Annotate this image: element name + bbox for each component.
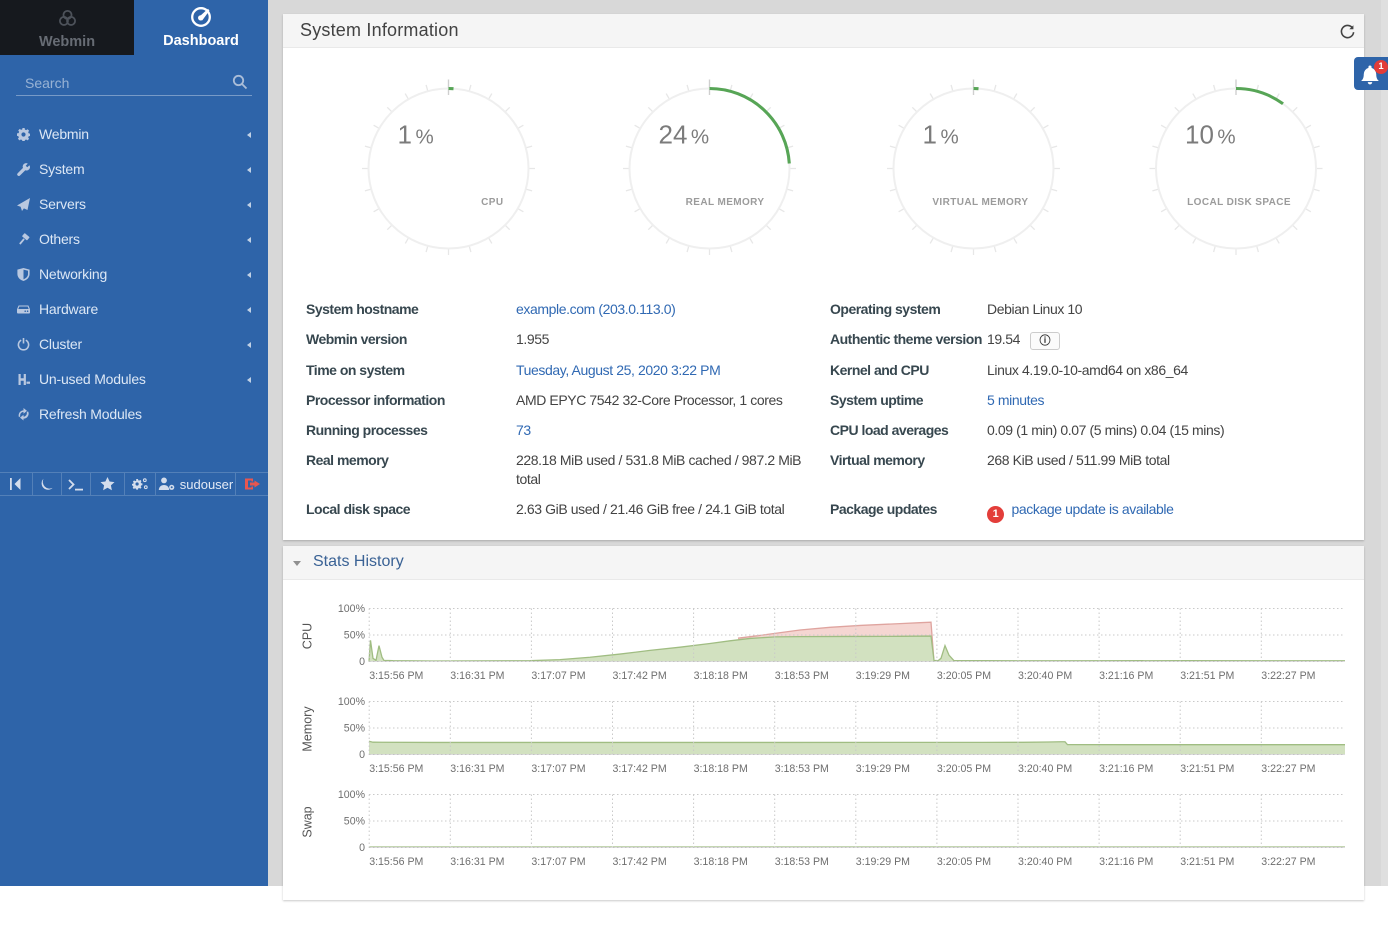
svg-text:3:18:18 PM: 3:18:18 PM xyxy=(694,856,748,868)
svg-text:1%: 1% xyxy=(923,120,959,150)
svg-text:3:18:53 PM: 3:18:53 PM xyxy=(775,670,829,682)
svg-text:3:21:16 PM: 3:21:16 PM xyxy=(1099,856,1153,868)
svg-text:3:19:29 PM: 3:19:29 PM xyxy=(856,856,910,868)
svg-text:3:17:07 PM: 3:17:07 PM xyxy=(531,670,585,682)
svg-text:10%: 10% xyxy=(1185,120,1236,150)
svg-text:24%: 24% xyxy=(659,120,710,150)
svg-text:0: 0 xyxy=(359,656,365,668)
svg-text:3:22:27 PM: 3:22:27 PM xyxy=(1261,763,1315,775)
svg-text:3:19:29 PM: 3:19:29 PM xyxy=(856,763,910,775)
svg-text:Swap: Swap xyxy=(301,806,315,837)
svg-text:0: 0 xyxy=(359,749,365,761)
svg-text:3:20:05 PM: 3:20:05 PM xyxy=(937,763,991,775)
svg-text:50%: 50% xyxy=(344,630,366,642)
svg-text:3:15:56 PM: 3:15:56 PM xyxy=(369,763,423,775)
svg-text:3:20:05 PM: 3:20:05 PM xyxy=(937,856,991,868)
svg-text:3:19:29 PM: 3:19:29 PM xyxy=(856,670,910,682)
svg-text:LOCAL DISK SPACE: LOCAL DISK SPACE xyxy=(1187,197,1291,208)
svg-text:3:18:53 PM: 3:18:53 PM xyxy=(775,763,829,775)
svg-text:3:17:07 PM: 3:17:07 PM xyxy=(531,763,585,775)
svg-text:3:17:42 PM: 3:17:42 PM xyxy=(613,856,667,868)
svg-text:REAL MEMORY: REAL MEMORY xyxy=(686,197,765,208)
svg-text:3:21:51 PM: 3:21:51 PM xyxy=(1180,670,1234,682)
svg-text:3:22:27 PM: 3:22:27 PM xyxy=(1261,670,1315,682)
svg-text:3:20:40 PM: 3:20:40 PM xyxy=(1018,856,1072,868)
svg-text:100%: 100% xyxy=(338,603,366,615)
svg-text:0: 0 xyxy=(359,842,365,854)
svg-text:3:20:05 PM: 3:20:05 PM xyxy=(937,670,991,682)
svg-text:100%: 100% xyxy=(338,789,366,801)
svg-text:3:18:18 PM: 3:18:18 PM xyxy=(694,763,748,775)
svg-text:3:20:40 PM: 3:20:40 PM xyxy=(1018,670,1072,682)
svg-text:CPU: CPU xyxy=(301,623,315,649)
svg-text:3:18:18 PM: 3:18:18 PM xyxy=(694,670,748,682)
svg-text:3:21:16 PM: 3:21:16 PM xyxy=(1099,763,1153,775)
svg-text:3:21:51 PM: 3:21:51 PM xyxy=(1180,763,1234,775)
svg-text:VIRTUAL MEMORY: VIRTUAL MEMORY xyxy=(932,197,1028,208)
svg-text:3:17:42 PM: 3:17:42 PM xyxy=(613,670,667,682)
svg-text:3:16:31 PM: 3:16:31 PM xyxy=(450,670,504,682)
svg-text:3:21:16 PM: 3:21:16 PM xyxy=(1099,670,1153,682)
svg-text:CPU: CPU xyxy=(481,197,503,208)
svg-text:3:20:40 PM: 3:20:40 PM xyxy=(1018,763,1072,775)
svg-text:3:16:31 PM: 3:16:31 PM xyxy=(450,856,504,868)
svg-text:3:17:07 PM: 3:17:07 PM xyxy=(531,856,585,868)
svg-text:3:16:31 PM: 3:16:31 PM xyxy=(450,763,504,775)
svg-text:3:18:53 PM: 3:18:53 PM xyxy=(775,856,829,868)
svg-text:1%: 1% xyxy=(398,120,434,150)
svg-text:3:17:42 PM: 3:17:42 PM xyxy=(613,763,667,775)
svg-text:50%: 50% xyxy=(344,723,366,735)
svg-text:Memory: Memory xyxy=(301,706,315,752)
svg-text:3:15:56 PM: 3:15:56 PM xyxy=(369,856,423,868)
svg-text:50%: 50% xyxy=(344,816,366,828)
svg-text:3:22:27 PM: 3:22:27 PM xyxy=(1261,856,1315,868)
svg-text:3:21:51 PM: 3:21:51 PM xyxy=(1180,856,1234,868)
svg-text:3:15:56 PM: 3:15:56 PM xyxy=(369,670,423,682)
svg-text:100%: 100% xyxy=(338,696,366,708)
